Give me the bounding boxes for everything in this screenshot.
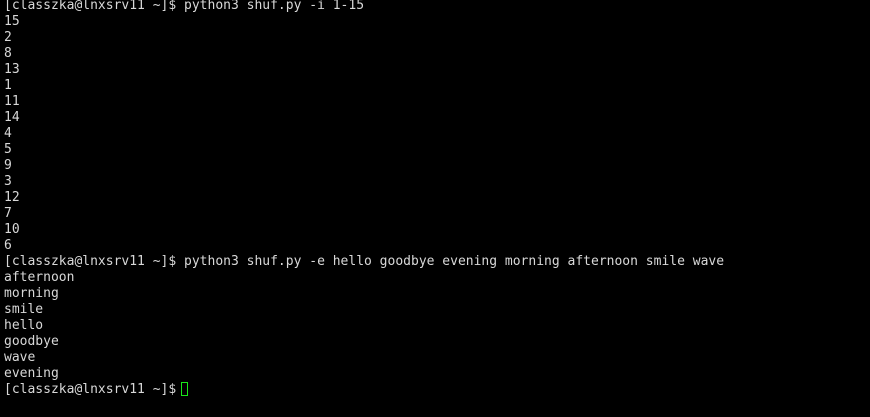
output-line: 3 <box>4 174 12 189</box>
text-cursor <box>181 382 189 396</box>
output-line: evening <box>4 366 59 381</box>
output-line: 13 <box>4 62 20 77</box>
output-line: 9 <box>4 158 12 173</box>
shell-prompt: [classzka@lnxsrv11 ~]$ <box>4 382 177 397</box>
output-line: 8 <box>4 46 12 61</box>
output-line: smile <box>4 302 44 317</box>
output-line: wave <box>4 350 36 365</box>
output-line: goodbye <box>4 334 59 349</box>
output-line: 1 <box>4 78 12 93</box>
terminal-window[interactable]: [classzka@lnxsrv11 ~]$ python3 shuf.py -… <box>0 0 870 417</box>
output-line: afternoon <box>4 270 75 285</box>
output-line: 10 <box>4 222 20 237</box>
output-line: 14 <box>4 110 20 125</box>
output-line: 12 <box>4 190 20 205</box>
output-line: 2 <box>4 30 12 45</box>
output-line: 5 <box>4 142 12 157</box>
output-line: morning <box>4 286 59 301</box>
prompt-line[interactable]: [classzka@lnxsrv11 ~]$ <box>4 382 870 398</box>
command-line: [classzka@lnxsrv11 ~]$ python3 shuf.py -… <box>4 254 725 269</box>
output-line: 6 <box>4 238 12 253</box>
output-line: 15 <box>4 14 20 29</box>
command-line: [classzka@lnxsrv11 ~]$ python3 shuf.py -… <box>4 0 365 13</box>
output-line: hello <box>4 318 44 333</box>
output-line: 4 <box>4 126 12 141</box>
output-line: 7 <box>4 206 12 221</box>
output-line: 11 <box>4 94 20 109</box>
